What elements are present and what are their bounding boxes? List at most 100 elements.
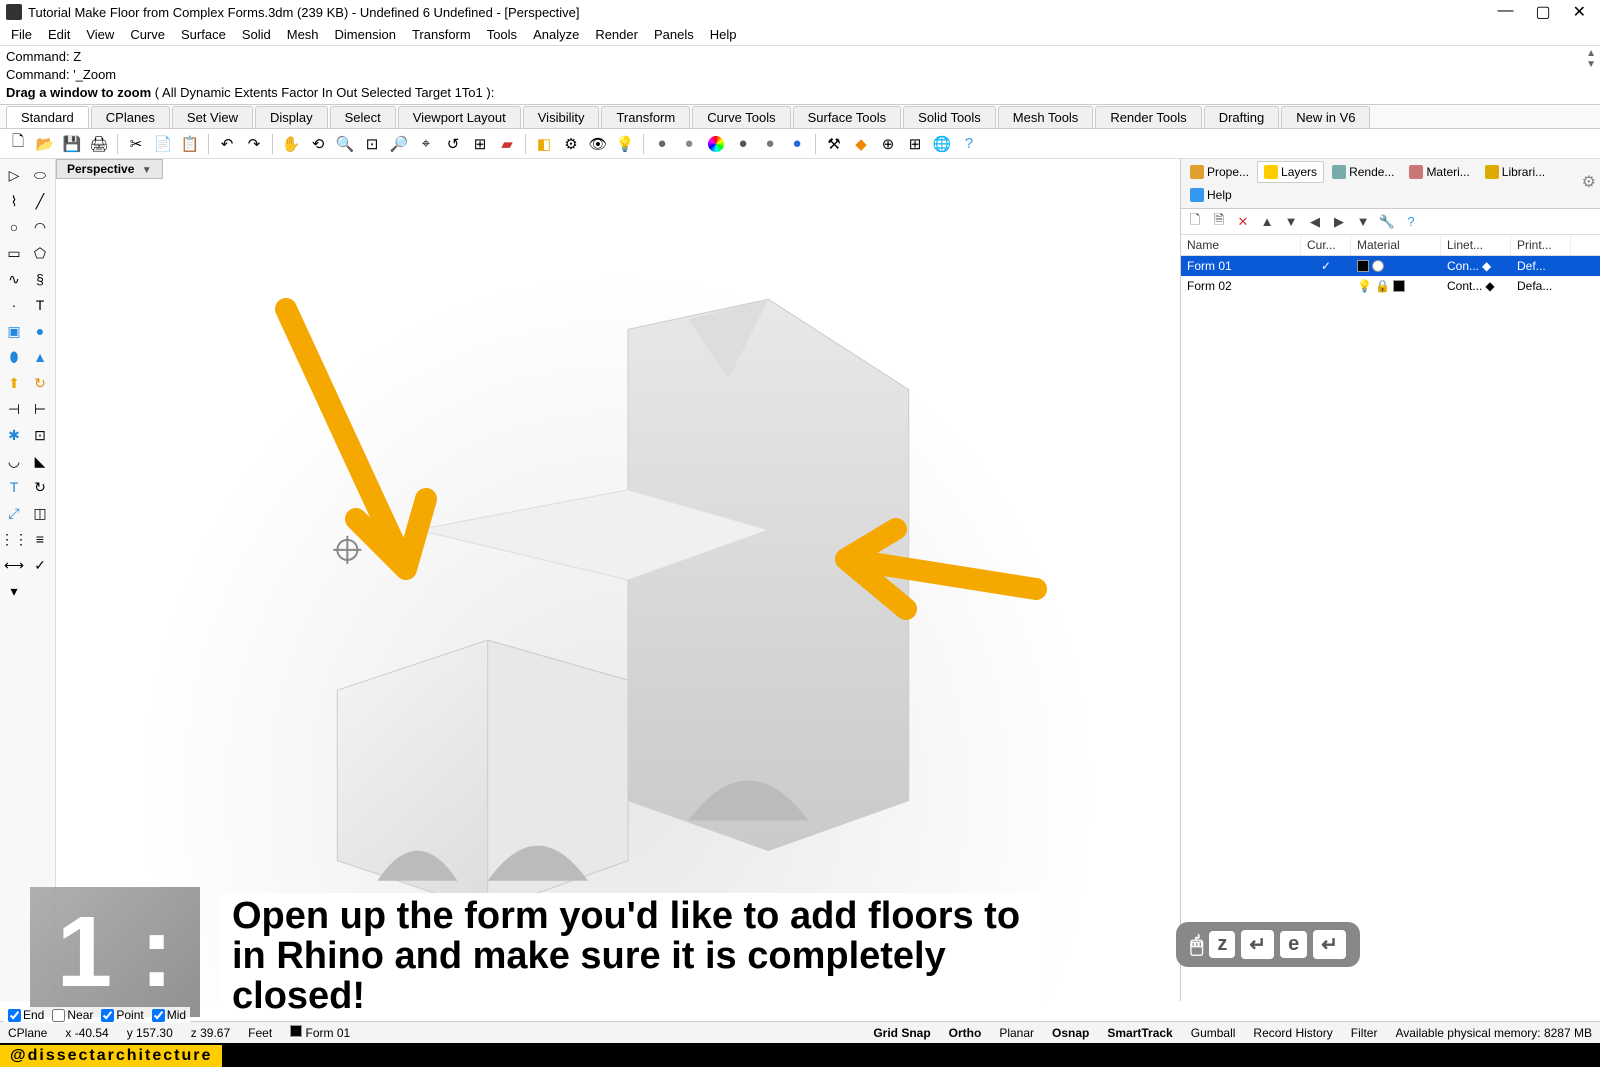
zoom-extents-icon[interactable]: ⊡ [360, 132, 384, 156]
array-icon[interactable]: ⋮⋮ [2, 527, 26, 551]
tab-viewport-layout[interactable]: Viewport Layout [398, 106, 521, 128]
zoom-window-icon[interactable]: 🔎 [387, 132, 411, 156]
shade-icon[interactable]: ● [731, 132, 755, 156]
box-icon[interactable]: ▣ [2, 319, 26, 343]
tool1-icon[interactable]: ◆ [849, 132, 873, 156]
viewport-tab-perspective[interactable]: Perspective ▼ [56, 159, 163, 179]
status-gumball[interactable]: Gumball [1191, 1026, 1236, 1040]
panel-tab-prope[interactable]: Prope... [1183, 161, 1256, 183]
layer-print[interactable]: Def... [1511, 257, 1571, 275]
circle-icon[interactable]: ○ [2, 215, 26, 239]
close-button[interactable]: ✕ [1573, 2, 1586, 22]
minimize-button[interactable]: — [1497, 2, 1513, 22]
menu-mesh[interactable]: Mesh [280, 25, 326, 44]
chevron-down-icon[interactable]: ▼ [142, 165, 152, 176]
pointer-icon[interactable]: ▷ [2, 163, 26, 187]
undo-view-icon[interactable]: ↺ [441, 132, 465, 156]
menu-transform[interactable]: Transform [405, 25, 478, 44]
status-record[interactable]: Record History [1253, 1026, 1332, 1040]
filter-layer-icon[interactable]: ▼ [1353, 212, 1373, 232]
layer-header-current[interactable]: Cur... [1301, 235, 1351, 255]
command-options[interactable]: ( All Dynamic Extents Factor In Out Sele… [155, 85, 495, 100]
tab-curve-tools[interactable]: Curve Tools [692, 106, 790, 128]
open-icon[interactable]: 📂 [33, 132, 57, 156]
layer-row[interactable]: Form 02💡🔒Cont... ◆Defa... [1181, 276, 1600, 296]
tab-set-view[interactable]: Set View [172, 106, 253, 128]
tab-cplanes[interactable]: CPlanes [91, 106, 170, 128]
group-icon[interactable]: ⊡ [28, 423, 52, 447]
save-icon[interactable]: 💾 [60, 132, 84, 156]
move-icon[interactable]: T [2, 475, 26, 499]
curve-icon[interactable]: ∿ [2, 267, 26, 291]
panel-tab-materi[interactable]: Materi... [1402, 161, 1476, 183]
explode-icon[interactable]: ✱ [2, 423, 26, 447]
sphere2-icon[interactable]: ● [677, 132, 701, 156]
new-layer-icon[interactable]: 🗋 [1185, 212, 1205, 232]
status-planar[interactable]: Planar [999, 1026, 1034, 1040]
layer-material[interactable] [1351, 258, 1441, 274]
menu-curve[interactable]: Curve [123, 25, 172, 44]
sphere1-icon[interactable]: ● [650, 132, 674, 156]
pan-icon[interactable]: ✋ [279, 132, 303, 156]
panel-settings-icon[interactable]: ⚙ [1582, 172, 1596, 192]
revolve-icon[interactable]: ↻ [28, 371, 52, 395]
undo-icon[interactable]: ↶ [215, 132, 239, 156]
menu-surface[interactable]: Surface [174, 25, 233, 44]
up-icon[interactable]: ▲ [1257, 212, 1277, 232]
layer-header-print[interactable]: Print... [1511, 235, 1571, 255]
mirror-icon[interactable]: ◫ [28, 501, 52, 525]
zoom-icon[interactable]: 🔍 [333, 132, 357, 156]
copy-icon[interactable]: 📄 [151, 132, 175, 156]
status-layer[interactable]: Form 01 [290, 1025, 350, 1040]
cut-icon[interactable]: ✂ [124, 132, 148, 156]
spiral-icon[interactable]: § [28, 267, 52, 291]
panel-tab-rende[interactable]: Rende... [1325, 161, 1401, 183]
status-filter[interactable]: Filter [1351, 1026, 1378, 1040]
menu-view[interactable]: View [79, 25, 121, 44]
layer-print[interactable]: Defa... [1511, 277, 1571, 295]
layer-name[interactable]: Form 01 [1181, 257, 1301, 275]
menu-panels[interactable]: Panels [647, 25, 701, 44]
viewport-render[interactable] [56, 179, 1180, 1001]
status-units[interactable]: Feet [248, 1026, 272, 1040]
next-icon[interactable]: ▶ [1329, 212, 1349, 232]
layer-header-material[interactable]: Material [1351, 235, 1441, 255]
show-icon[interactable]: 👁 [586, 132, 610, 156]
menu-analyze[interactable]: Analyze [526, 25, 586, 44]
delete-layer-icon[interactable]: ✕ [1233, 212, 1253, 232]
cone-icon[interactable]: ▲ [28, 345, 52, 369]
redo-icon[interactable]: ↷ [242, 132, 266, 156]
command-scroll[interactable]: ▲▼ [1586, 48, 1596, 70]
world-icon[interactable]: 🌐 [930, 132, 954, 156]
menu-dimension[interactable]: Dimension [328, 25, 403, 44]
help-layer-icon[interactable]: ? [1401, 212, 1421, 232]
down-icon[interactable]: ▼ [1281, 212, 1301, 232]
cplane-icon[interactable]: ▰ [495, 132, 519, 156]
osnap-end[interactable]: End [8, 1008, 44, 1022]
trim-icon[interactable]: ⊣ [2, 397, 26, 421]
menu-edit[interactable]: Edit [41, 25, 77, 44]
tab-standard[interactable]: Standard [6, 106, 89, 128]
extrude-icon[interactable]: ⬆ [2, 371, 26, 395]
dimension-icon[interactable]: ⟷ [2, 553, 26, 577]
align-icon[interactable]: ≡ [28, 527, 52, 551]
tab-select[interactable]: Select [330, 106, 396, 128]
layer-current[interactable]: ✓ [1301, 257, 1351, 275]
status-smarttrack[interactable]: SmartTrack [1107, 1026, 1172, 1040]
join-icon[interactable]: ⊢ [28, 397, 52, 421]
tab-transform[interactable]: Transform [601, 106, 690, 128]
layer-name[interactable]: Form 02 [1181, 277, 1301, 295]
arc-icon[interactable]: ◠ [28, 215, 52, 239]
tab-display[interactable]: Display [255, 106, 328, 128]
cylinder-icon[interactable]: ⬮ [2, 345, 26, 369]
status-ortho[interactable]: Ortho [949, 1026, 982, 1040]
chamfer-icon[interactable]: ◣ [28, 449, 52, 473]
tab-render-tools[interactable]: Render Tools [1095, 106, 1201, 128]
tab-visibility[interactable]: Visibility [523, 106, 600, 128]
shade2-icon[interactable]: ● [758, 132, 782, 156]
hide-icon[interactable]: 💡 [613, 132, 637, 156]
osnap-near[interactable]: Near [52, 1008, 93, 1022]
prev-icon[interactable]: ◀ [1305, 212, 1325, 232]
scale-icon[interactable]: ⤢ [2, 501, 26, 525]
options-icon[interactable]: ⚒ [822, 132, 846, 156]
